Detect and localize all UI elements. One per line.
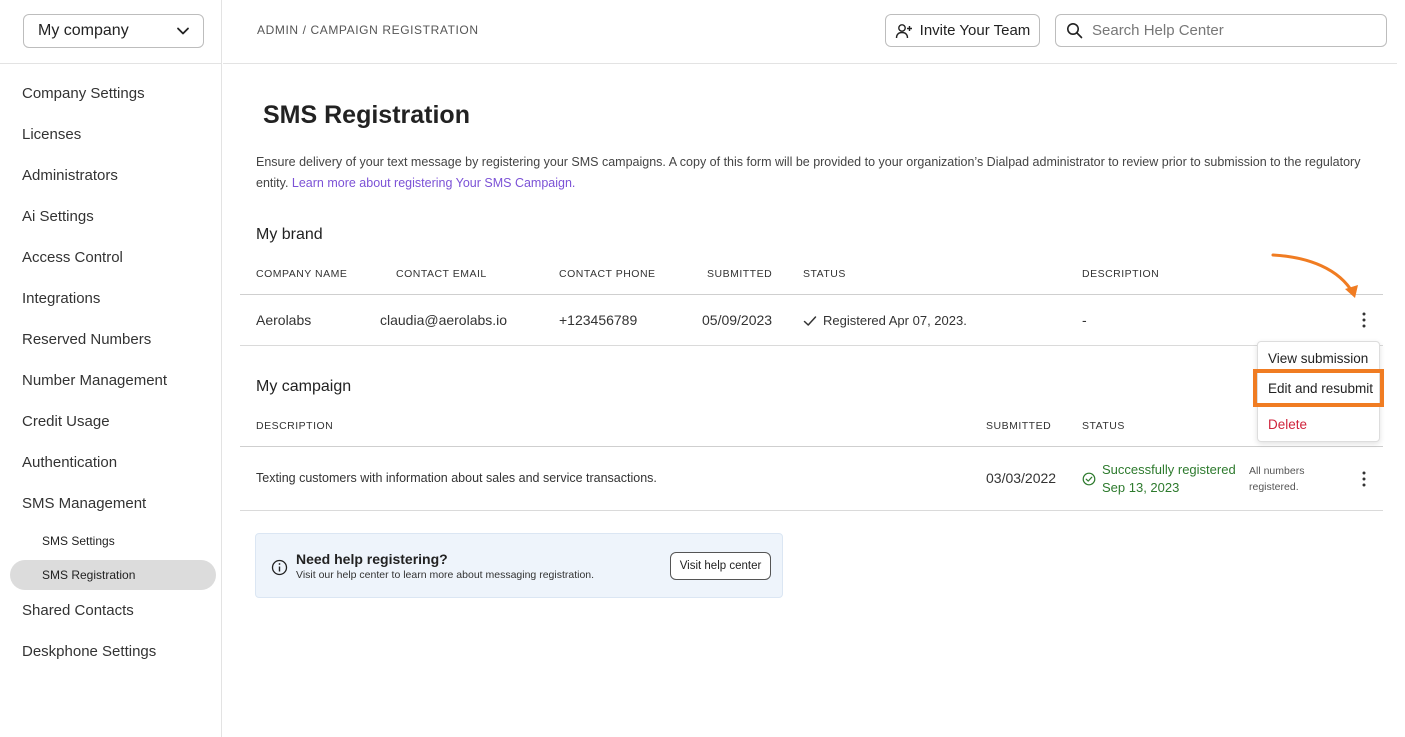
- help-title: Need help registering?: [296, 551, 448, 567]
- sidebar-item-label: Deskphone Settings: [22, 643, 157, 660]
- sidebar-nav: Company Settings Licenses Administrators…: [0, 73, 222, 672]
- sidebar-item-deskphone-settings[interactable]: Deskphone Settings: [0, 631, 222, 672]
- col-contact-email: CONTACT EMAIL: [396, 268, 487, 280]
- sidebar: My company Company Settings Licenses Adm…: [0, 0, 222, 737]
- sidebar-item-label: Access Control: [22, 249, 123, 266]
- sidebar-item-company-settings[interactable]: Company Settings: [0, 73, 222, 114]
- intro-text: Ensure delivery of your text message by …: [256, 152, 1376, 194]
- brand-row-menu-button[interactable]: [1356, 309, 1372, 331]
- checkmark-icon: [803, 315, 817, 326]
- search-input[interactable]: [1092, 22, 1372, 39]
- campaign-note-line1: All numbers: [1249, 465, 1305, 477]
- brand-company-name: Aerolabs: [256, 312, 312, 328]
- sidebar-item-credit-usage[interactable]: Credit Usage: [0, 401, 222, 442]
- menu-item-label: Edit and resubmit: [1268, 380, 1374, 396]
- campaign-row-divider: [240, 510, 1383, 511]
- col-campaign-status: STATUS: [1082, 420, 1125, 432]
- sidebar-item-ai-settings[interactable]: Ai Settings: [0, 196, 222, 237]
- sidebar-item-label: Shared Contacts: [22, 602, 134, 619]
- more-vertical-icon: [1362, 312, 1366, 328]
- sidebar-item-label: Reserved Numbers: [22, 331, 152, 348]
- sidebar-item-integrations[interactable]: Integrations: [0, 278, 222, 319]
- learn-more-link[interactable]: Learn more about registering Your SMS Ca…: [292, 176, 576, 190]
- brand-submitted: 05/09/2023: [702, 312, 773, 328]
- page-title: SMS Registration: [263, 101, 470, 129]
- sidebar-item-label: Licenses: [22, 126, 82, 143]
- col-contact-phone: CONTACT PHONE: [559, 268, 656, 280]
- menu-item-label: Delete: [1268, 416, 1308, 432]
- annotation-arrow-icon: [1271, 253, 1358, 298]
- sidebar-subitem-sms-settings[interactable]: SMS Settings: [0, 524, 222, 558]
- menu-item-view-submission[interactable]: View submission: [1258, 344, 1379, 372]
- sidebar-item-sms-management[interactable]: SMS Management: [0, 483, 222, 524]
- campaign-numbers-note: All numbers registered.: [1249, 463, 1304, 495]
- sidebar-item-licenses[interactable]: Licenses: [0, 114, 222, 155]
- main-content: SMS Registration Ensure delivery of your…: [223, 64, 1397, 737]
- help-text: Visit our help center to learn more abou…: [296, 569, 595, 581]
- campaign-submitted: 03/03/2022: [986, 470, 1057, 486]
- col-description: DESCRIPTION: [1082, 268, 1160, 280]
- sidebar-item-access-control[interactable]: Access Control: [0, 237, 222, 278]
- campaign-status-line2: Sep 13, 2023: [1102, 480, 1180, 495]
- menu-item-edit-and-resubmit[interactable]: Edit and resubmit: [1258, 374, 1379, 402]
- add-user-icon: [895, 23, 912, 38]
- info-icon: [271, 559, 288, 576]
- col-status: STATUS: [803, 268, 846, 280]
- chevron-down-icon: [177, 27, 189, 35]
- sidebar-item-authentication[interactable]: Authentication: [0, 442, 222, 483]
- company-selector[interactable]: My company: [23, 14, 204, 48]
- help-banner: Need help registering? Visit our help ce…: [255, 533, 783, 598]
- brand-row-divider: [240, 345, 1383, 346]
- search-box[interactable]: [1055, 14, 1387, 47]
- sidebar-item-number-management[interactable]: Number Management: [0, 360, 222, 401]
- brand-header-divider: [240, 294, 1383, 295]
- campaign-note-line2: registered.: [1249, 481, 1299, 493]
- sidebar-item-label: SMS Management: [22, 495, 147, 512]
- sidebar-subitem-label: SMS Registration: [42, 568, 136, 582]
- breadcrumb: ADMIN / CAMPAIGN REGISTRATION: [257, 23, 479, 37]
- sidebar-item-administrators[interactable]: Administrators: [0, 155, 222, 196]
- sidebar-item-label: Authentication: [22, 454, 118, 471]
- brand-section-title: My brand: [256, 226, 323, 243]
- sidebar-item-label: Credit Usage: [22, 413, 110, 430]
- more-vertical-icon: [1362, 471, 1366, 487]
- brand-status-text: Registered Apr 07, 2023.: [823, 313, 967, 328]
- brand-contact-email: claudia@aerolabs.io: [380, 312, 508, 328]
- company-selector-label: My company: [38, 22, 129, 39]
- campaign-row-menu-button[interactable]: [1356, 468, 1372, 490]
- col-campaign-submitted: SUBMITTED: [986, 420, 1052, 432]
- menu-item-label: View submission: [1268, 350, 1369, 366]
- check-circle-icon: [1082, 472, 1096, 486]
- col-company-name: COMPANY NAME: [256, 268, 348, 280]
- campaign-description: Texting customers with information about…: [256, 471, 657, 485]
- campaign-header-divider: [240, 446, 1383, 447]
- menu-item-delete[interactable]: Delete: [1258, 410, 1379, 438]
- invite-team-label: Invite Your Team: [919, 22, 1031, 39]
- campaign-status-line1: Successfully registered: [1102, 462, 1236, 477]
- visit-help-center-button[interactable]: Visit help center: [670, 552, 771, 580]
- col-campaign-description: DESCRIPTION: [256, 420, 334, 432]
- sidebar-item-label: Number Management: [22, 372, 168, 389]
- sidebar-item-label: Administrators: [22, 167, 118, 184]
- sidebar-item-shared-contacts[interactable]: Shared Contacts: [0, 590, 222, 631]
- brand-description: -: [1082, 312, 1087, 328]
- sidebar-subitem-label: SMS Settings: [42, 534, 115, 548]
- campaign-status: Successfully registered Sep 13, 2023: [1082, 461, 1236, 497]
- row-actions-menu: View submission Edit and resubmit Delete: [1257, 341, 1380, 442]
- sidebar-divider: [0, 63, 222, 64]
- brand-contact-phone: +123456789: [559, 312, 638, 328]
- search-icon: [1067, 23, 1083, 39]
- sidebar-item-label: Ai Settings: [22, 208, 94, 225]
- col-submitted: SUBMITTED: [707, 268, 773, 280]
- sidebar-item-label: Company Settings: [22, 85, 145, 102]
- top-bar: ADMIN / CAMPAIGN REGISTRATION Invite You…: [223, 0, 1397, 64]
- sidebar-subitem-sms-registration[interactable]: SMS Registration: [10, 560, 216, 590]
- brand-status: Registered Apr 07, 2023.: [803, 313, 967, 328]
- campaign-status-text: Successfully registered Sep 13, 2023: [1102, 461, 1236, 497]
- sidebar-item-reserved-numbers[interactable]: Reserved Numbers: [0, 319, 222, 360]
- sidebar-item-label: Integrations: [22, 290, 101, 307]
- invite-team-button[interactable]: Invite Your Team: [885, 14, 1040, 47]
- campaign-section-title: My campaign: [256, 378, 352, 395]
